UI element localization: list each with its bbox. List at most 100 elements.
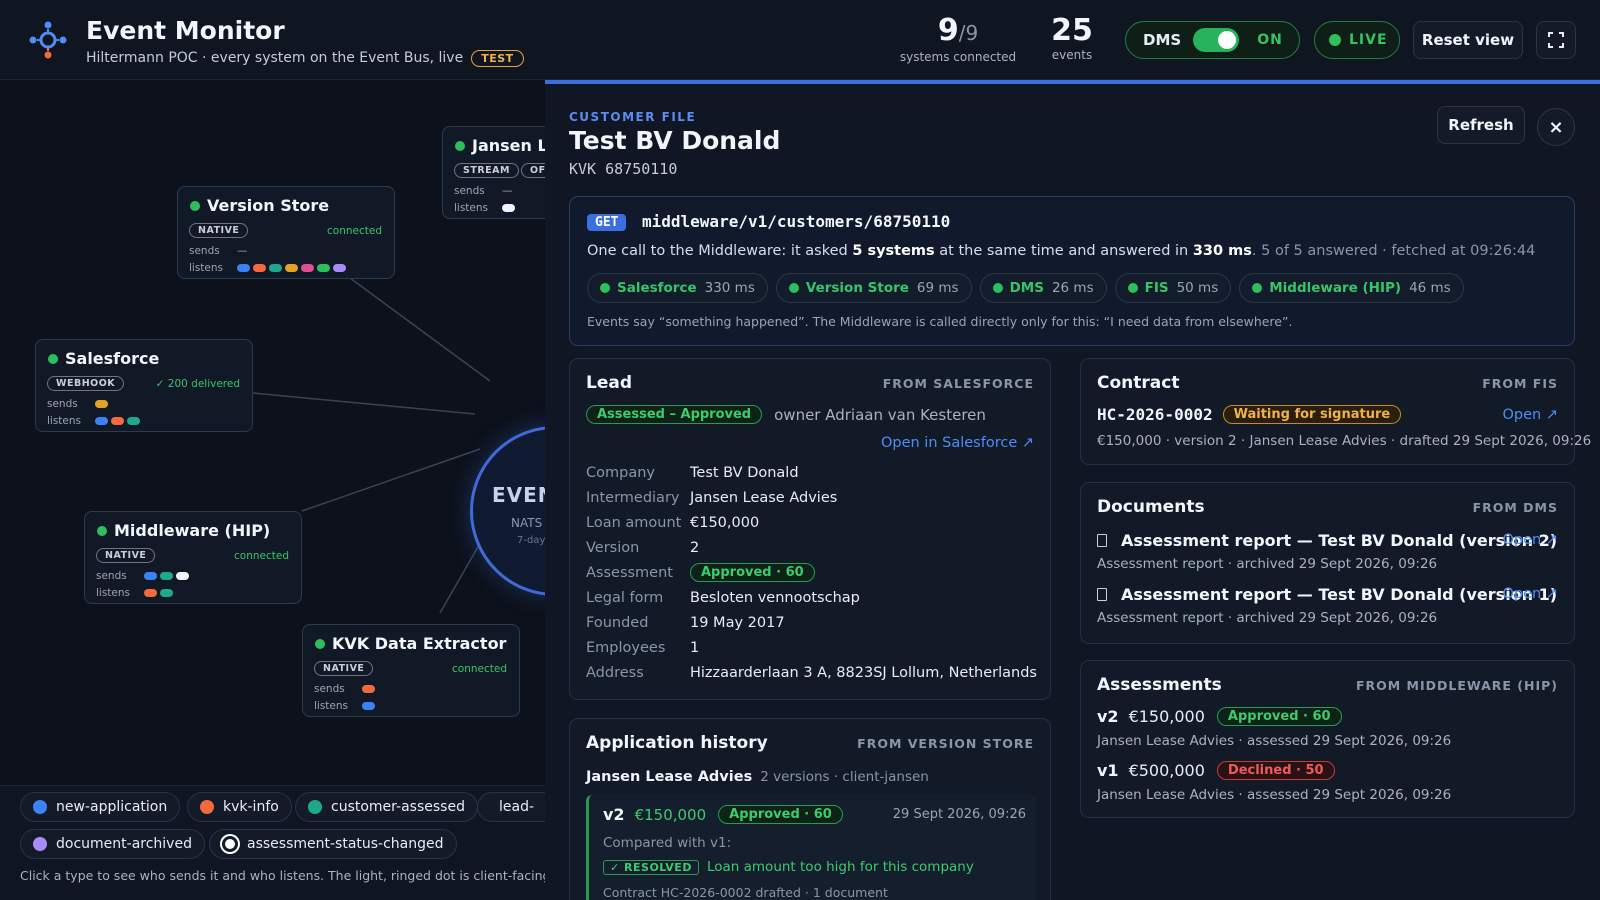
assessments-title: Assessments bbox=[1097, 675, 1222, 695]
contract-card: Contract FROM FIS HC-2026-0002 Waiting f… bbox=[1080, 358, 1591, 465]
event-chip bbox=[301, 264, 314, 272]
documents-title: Documents bbox=[1097, 497, 1205, 517]
node-jansen[interactable]: Jansen Le STREAM OFF sends— listens bbox=[442, 126, 545, 219]
event-dot-icon bbox=[200, 800, 214, 814]
node-status: connected bbox=[452, 663, 507, 675]
refresh-button[interactable]: Refresh bbox=[1437, 106, 1525, 144]
open-contract-link[interactable]: Open ↗ bbox=[1503, 407, 1559, 423]
legend-assessment-status-changed[interactable]: assessment-status-changed bbox=[209, 829, 457, 859]
field-intermediary: Intermediary Jansen Lease Advies bbox=[586, 490, 838, 506]
version-more: Contract HC-2026-0002 drafted · 1 docume… bbox=[603, 885, 888, 900]
assessment-result-badge: Approved · 60 bbox=[1216, 707, 1342, 726]
event-bus-logo-icon bbox=[29, 21, 67, 59]
contract-title: Contract bbox=[1097, 373, 1180, 393]
events-count: 25 bbox=[1051, 13, 1093, 48]
node-salesforce[interactable]: Salesforce WEBHOOK ✓ 200 delivered sends… bbox=[35, 339, 253, 432]
status-dot-icon bbox=[455, 140, 465, 151]
panel-eyebrow: CUSTOMER FILE bbox=[569, 110, 697, 124]
event-chip bbox=[333, 264, 346, 272]
app-subtitle: Hiltermann POC · every system on the Eve… bbox=[86, 50, 524, 67]
middleware-call-card: GET middleware/v1/customers/68750110 One… bbox=[569, 196, 1575, 346]
open-document-link[interactable]: Open ↗ bbox=[1503, 586, 1559, 602]
legend-kvk-info[interactable]: kvk-info bbox=[187, 792, 292, 822]
node-status: connected bbox=[327, 225, 382, 237]
status-dot-icon bbox=[190, 200, 200, 211]
lead-source: FROM SALESFORCE bbox=[882, 376, 1034, 391]
legend-lead[interactable]: lead- bbox=[477, 792, 545, 822]
field-assessment: Assessment Approved · 60 bbox=[586, 563, 815, 582]
field-address: Address Hizzaarderlaan 3 A, 8823SJ Lollum… bbox=[586, 665, 1037, 681]
assessment-row: v2 €150,000 Approved · 60 bbox=[1097, 707, 1342, 726]
event-chip bbox=[127, 417, 140, 425]
field-loan-amount: Loan amount €150,000 bbox=[586, 515, 760, 531]
legend-new-application[interactable]: new-application bbox=[20, 792, 181, 822]
version-number: v2 bbox=[603, 805, 625, 824]
dms-toggle[interactable]: DMS ON bbox=[1125, 21, 1300, 59]
status-dot-icon bbox=[1252, 283, 1263, 293]
node-status: ✓ 200 delivered bbox=[155, 378, 240, 390]
event-chip bbox=[285, 264, 298, 272]
event-chip bbox=[269, 264, 282, 272]
node-middleware[interactable]: Middleware (HIP) NATIVE connected sends … bbox=[84, 511, 302, 604]
history-title: Application history bbox=[586, 733, 768, 753]
status-dot-icon bbox=[600, 283, 610, 293]
lead-owner: owner Adriaan van Kesteren bbox=[774, 405, 986, 424]
lead-status-badge: Assessed – Approved bbox=[586, 405, 763, 424]
live-indicator[interactable]: LIVE bbox=[1314, 21, 1400, 59]
field-legal-form: Legal form Besloten vennootschap bbox=[586, 590, 860, 606]
middleware-description: One call to the Middleware: it asked 5 s… bbox=[587, 243, 1536, 259]
fullscreen-button[interactable] bbox=[1536, 21, 1576, 59]
system-timing-fis: FIS 50 ms bbox=[1114, 273, 1232, 303]
node-badge: STREAM bbox=[454, 163, 519, 178]
event-chip bbox=[253, 264, 266, 272]
contract-details: €150,000 · version 2 · Jansen Lease Advi… bbox=[1097, 433, 1592, 449]
client-facing-dot-icon bbox=[222, 836, 238, 852]
fullscreen-icon bbox=[1548, 32, 1564, 48]
endpoint-path: middleware/v1/customers/68750110 bbox=[642, 212, 951, 231]
assessment-result-badge: Declined · 50 bbox=[1216, 761, 1335, 780]
middleware-note: Events say “something happened”. The Mid… bbox=[587, 314, 1293, 329]
node-status: connected bbox=[234, 550, 289, 562]
node-badge: NATIVE bbox=[189, 223, 249, 238]
application-history-card: Application history FROM VERSION STORE J… bbox=[569, 718, 1051, 900]
event-chip bbox=[502, 204, 515, 212]
documents-card: Documents FROM DMS Assessment report — T… bbox=[1080, 482, 1575, 644]
event-dot-icon bbox=[33, 837, 47, 851]
version-assessment-badge: Approved · 60 bbox=[718, 805, 843, 824]
node-badge: NATIVE bbox=[314, 661, 374, 676]
status-dot-icon bbox=[48, 353, 58, 364]
system-timing-middleware: Middleware (HIP) 46 ms bbox=[1239, 273, 1464, 303]
app-title: Event Monitor bbox=[86, 16, 285, 45]
customer-name: Test BV Donald bbox=[569, 126, 781, 155]
document-icon bbox=[1097, 534, 1107, 547]
event-bus-graph[interactable]: Jansen Le STREAM OFF sends— listens Vers… bbox=[0, 81, 545, 900]
systems-connected-count: 9 bbox=[937, 13, 959, 48]
version-entry[interactable]: v2 €150,000 Approved · 60 29 Sept 2026, … bbox=[586, 795, 1036, 900]
node-version-store[interactable]: Version Store NATIVE connected sends — li… bbox=[177, 186, 395, 279]
event-chip bbox=[95, 417, 108, 425]
app-header: Event Monitor Hiltermann POC · every sys… bbox=[0, 0, 1600, 80]
reset-view-button[interactable]: Reset view bbox=[1413, 21, 1523, 59]
document-item: Assessment report — Test BV Donald (vers… bbox=[1097, 585, 1558, 626]
resolved-badge: ✓ RESOLVED bbox=[603, 859, 699, 875]
open-in-salesforce-link[interactable]: Open in Salesforce ↗ bbox=[881, 435, 1034, 451]
event-chip bbox=[362, 702, 375, 710]
version-date: 29 Sept 2026, 09:26 bbox=[892, 807, 1026, 822]
event-chip bbox=[144, 572, 157, 580]
event-chip bbox=[176, 572, 189, 580]
node-badge: NATIVE bbox=[96, 548, 156, 563]
event-chip bbox=[95, 400, 108, 408]
event-dot-icon bbox=[308, 800, 322, 814]
event-chip bbox=[317, 264, 330, 272]
dms-switch[interactable] bbox=[1193, 28, 1240, 52]
legend-customer-assessed[interactable]: customer-assessed bbox=[295, 792, 478, 822]
events-label: events bbox=[1051, 48, 1093, 62]
event-dot-icon bbox=[33, 800, 47, 814]
node-badge-off: OFF bbox=[521, 163, 545, 178]
open-document-link[interactable]: Open ↗ bbox=[1503, 532, 1559, 548]
legend-document-archived[interactable]: document-archived bbox=[20, 829, 205, 859]
node-kvk-data-extractor[interactable]: KVK Data Extractor NATIVE connected send… bbox=[302, 624, 520, 717]
close-panel-button[interactable]: × bbox=[1537, 108, 1575, 146]
document-icon bbox=[1097, 588, 1107, 601]
customer-file-panel: CUSTOMER FILE Test BV Donald KVK 6875011… bbox=[545, 80, 1600, 900]
